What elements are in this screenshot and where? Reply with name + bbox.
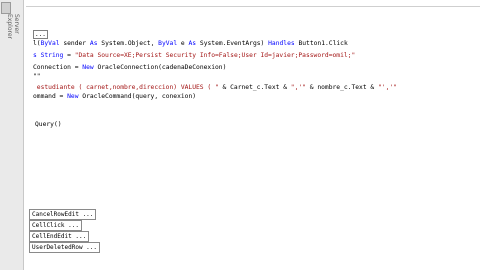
pin-icon[interactable] bbox=[1, 2, 11, 14]
code-token: ommand = bbox=[33, 93, 68, 100]
code-token: As bbox=[89, 40, 98, 47]
collapsed-region-marker[interactable]: ... bbox=[33, 30, 48, 39]
code-line[interactable]: estudiante ( carnet,nombre,direccion) VA… bbox=[33, 84, 397, 92]
code-token: Query() bbox=[35, 121, 62, 128]
code-token: ByVal bbox=[158, 40, 178, 47]
code-token: OracleCommand(query, conexion) bbox=[78, 93, 197, 100]
code-token: New bbox=[67, 93, 79, 100]
code-token: Button1.Click bbox=[294, 40, 348, 47]
code-token: System.EventArgs) bbox=[196, 40, 269, 47]
divider bbox=[26, 6, 480, 7]
code-token: "Data Source=XE;Persist Security Info=Fa… bbox=[74, 52, 356, 59]
event-handler-tab[interactable]: CancelRowEdit ... bbox=[29, 209, 97, 220]
code-token: estudiante ( carnet,nombre,direccion) VA… bbox=[33, 84, 219, 91]
code-token: System.Object, bbox=[97, 40, 159, 47]
code-token: Handles bbox=[268, 40, 295, 47]
code-line[interactable]: Connection = New OracleConnection(cadena… bbox=[33, 64, 226, 72]
code-token: e bbox=[177, 40, 189, 47]
code-token: s String bbox=[33, 52, 64, 59]
code-token: ByVal bbox=[40, 40, 60, 47]
event-handler-tab[interactable]: CellClick ... bbox=[29, 220, 82, 231]
event-handler-tab[interactable]: UserDeletedRow ... bbox=[29, 242, 101, 253]
code-token: "','" bbox=[378, 84, 397, 91]
event-handler-tab[interactable]: CellEndEdit ... bbox=[29, 231, 90, 242]
code-token: New bbox=[82, 64, 94, 71]
code-token: ",'" bbox=[290, 84, 306, 91]
code-line[interactable]: ommand = New OracleCommand(query, conexi… bbox=[33, 93, 196, 101]
code-line[interactable]: Query() bbox=[35, 121, 62, 129]
code-token: & Carnet_c.Text & bbox=[218, 84, 291, 91]
code-token: l( bbox=[33, 40, 41, 47]
code-token: As bbox=[188, 40, 197, 47]
code-line[interactable]: "" bbox=[33, 73, 41, 81]
code-token: = bbox=[63, 52, 75, 59]
code-token: Connection = bbox=[33, 64, 83, 71]
code-line[interactable]: l(ByVal sender As System.Object, ByVal e… bbox=[33, 40, 348, 48]
code-line[interactable]: s String = "Data Source=XE;Persist Secur… bbox=[33, 52, 355, 60]
code-token: sender bbox=[59, 40, 90, 47]
code-token: "" bbox=[33, 73, 41, 80]
server-explorer-sidebar[interactable]: Server Explorer bbox=[0, 0, 24, 270]
sidebar-label[interactable]: Server Explorer bbox=[6, 14, 20, 50]
code-token: & nombre_c.Text & bbox=[305, 84, 378, 91]
code-token: OracleConnection(cadenaDeConexion) bbox=[93, 64, 227, 71]
